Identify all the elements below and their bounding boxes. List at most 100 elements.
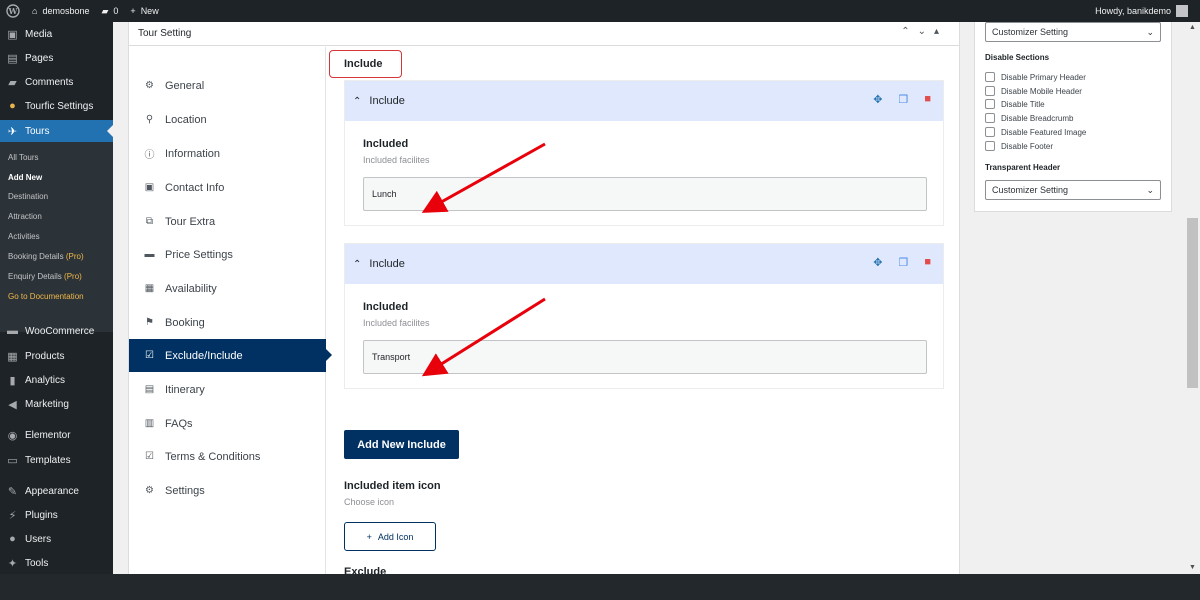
metabox-title: Tour Setting (138, 28, 192, 39)
checkbox-disable-featured-image[interactable]: Disable Featured Image (985, 126, 1086, 138)
wordpress-logo-icon[interactable]: W (0, 0, 26, 22)
exclude-section-heading: Exclude (344, 566, 387, 574)
comment-icon: ▰ (101, 5, 109, 16)
menu-item-appearance[interactable]: ✎ Appearance (0, 480, 113, 502)
checkbox-disable-breadcrumb[interactable]: Disable Breadcrumb (985, 112, 1073, 124)
menu-item-tools[interactable]: ✦ Tools (0, 552, 113, 574)
menu-item-templates[interactable]: ▭ Templates (0, 449, 113, 471)
tab-location[interactable]: ⚲ Location (129, 103, 326, 136)
scroll-up-icon[interactable]: ▲ (1189, 24, 1196, 31)
page-settings-panel: Customizer Setting ⌄ Disable Sections Dis… (974, 22, 1172, 212)
brush-icon: ✎ (7, 485, 18, 498)
included-item-icon-label: Included item icon (344, 480, 441, 492)
clipboard-icon: ▤ (144, 384, 155, 395)
submenu-activities[interactable]: Activities (8, 230, 40, 244)
media-icon: ▣ (7, 28, 18, 41)
plus-icon: + (366, 531, 372, 542)
tab-general[interactable]: ⚙ General (129, 69, 326, 102)
site-name-link[interactable]: ⌂ demosbone (26, 0, 95, 22)
elementor-icon: ◉ (7, 429, 18, 442)
tab-terms-conditions[interactable]: ☑ Terms & Conditions (129, 440, 326, 473)
my-account-link[interactable]: Howdy, banikdemo (1089, 0, 1194, 22)
money-icon: ▬ (144, 249, 155, 260)
menu-item-comments[interactable]: ▰ Comments (0, 71, 113, 93)
menu-item-media[interactable]: ▣ Media (0, 23, 113, 45)
analytics-icon: ▮ (9, 374, 16, 387)
submenu-attraction[interactable]: Attraction (8, 210, 42, 224)
tab-itinerary[interactable]: ▤ Itinerary (129, 373, 326, 406)
tab-information[interactable]: ⓘ Information (129, 137, 326, 170)
tours-submenu: All Tours Add New Destination Attraction… (0, 142, 113, 332)
menu-item-users[interactable]: ● Users (0, 528, 113, 550)
gear-icon: ⚙ (145, 80, 154, 91)
menu-item-pages[interactable]: ▤ Pages (0, 47, 113, 69)
woocommerce-icon: ▬ (7, 325, 18, 337)
submenu-enquiry-details[interactable]: Enquiry Details (Pro) (8, 270, 82, 284)
submenu-booking-details[interactable]: Booking Details (Pro) (8, 250, 84, 264)
submenu-documentation[interactable]: Go to Documentation (8, 290, 84, 304)
menu-item-elementor[interactable]: ◉ Elementor (0, 424, 113, 446)
new-content-link[interactable]: + New (124, 0, 164, 22)
megaphone-icon: ◀ (8, 398, 17, 411)
wrench-icon: ✦ (7, 557, 18, 570)
menu-item-tourfic-settings[interactable]: ● Tourfic Settings (0, 95, 113, 117)
svg-text:W: W (8, 6, 19, 16)
arrow-to-transport (421, 297, 546, 377)
tab-exclude-include[interactable]: ☑ Exclude/Include (129, 339, 332, 372)
add-new-include-button[interactable]: Add New Include (344, 430, 459, 459)
comment-icon: ▰ (8, 76, 17, 89)
plus-icon: + (130, 6, 136, 16)
check-square-icon: ☑ (145, 451, 154, 462)
tab-tour-extra[interactable]: ⧉ Tour Extra (129, 205, 326, 238)
submenu-destination[interactable]: Destination (8, 190, 48, 204)
transparent-header-title: Transparent Header (985, 163, 1061, 172)
menu-item-tours[interactable]: ✈ Tours (0, 120, 113, 142)
arrow-to-lunch (421, 142, 546, 213)
menu-item-plugins[interactable]: ⚡ Plugins (0, 504, 113, 526)
choose-icon-sublabel: Choose icon (344, 497, 395, 507)
faq-icon: ▥ (144, 418, 155, 429)
tab-booking[interactable]: ⚑ Booking (129, 306, 326, 339)
add-icon-button[interactable]: + Add Icon (344, 522, 436, 551)
extra-icon: ⧉ (145, 216, 154, 227)
tab-contact-info[interactable]: ▣ Contact Info (129, 171, 326, 204)
submenu-all-tours[interactable]: All Tours (8, 151, 39, 165)
tab-availability[interactable]: ▦ Availability (129, 272, 326, 305)
header-layout-select[interactable]: Customizer Setting ⌄ (985, 22, 1161, 42)
page-scrollbar[interactable]: ▲ ▼ (1186, 22, 1200, 574)
avatar (1176, 5, 1188, 17)
move-down-icon[interactable]: ⌄ (918, 26, 926, 37)
transparent-header-select[interactable]: Customizer Setting ⌄ (985, 180, 1161, 200)
folder-icon: ▭ (7, 454, 18, 467)
map-pin-icon: ⚲ (145, 114, 154, 125)
menu-item-woocommerce[interactable]: ▬ WooCommerce (0, 320, 113, 342)
tab-faqs[interactable]: ▥ FAQs (129, 407, 326, 440)
disable-sections-title: Disable Sections (985, 53, 1050, 62)
tab-settings[interactable]: ⚙ Settings (129, 474, 326, 507)
contact-card-icon: ▣ (144, 182, 155, 193)
collapse-icon[interactable]: ▴ (934, 26, 939, 37)
tours-icon: ✈ (7, 125, 18, 138)
settings-tabs: ⚙ General ⚲ Location ⓘ Information ▣ Contact… (129, 47, 332, 574)
scrollbar-thumb[interactable] (1187, 218, 1198, 388)
admin-bar: W ⌂ demosbone ▰ 0 + New Howdy, banikdemo (0, 0, 1200, 22)
plugin-icon: ⚡ (8, 509, 17, 522)
checkbox-disable-primary-header[interactable]: Disable Primary Header (985, 71, 1086, 83)
checkbox-icon: ☑ (145, 350, 154, 361)
chevron-down-icon: ⌄ (1146, 185, 1154, 195)
tab-price-settings[interactable]: ▬ Price Settings (129, 238, 326, 271)
checkbox-disable-title[interactable]: Disable Title (985, 98, 1045, 110)
comments-link[interactable]: ▰ 0 (95, 0, 124, 22)
user-icon: ● (9, 533, 16, 545)
move-up-icon[interactable]: ⌃ (901, 26, 909, 37)
menu-item-analytics[interactable]: ▮ Analytics (0, 369, 113, 391)
submenu-add-new[interactable]: Add New (8, 171, 42, 185)
chevron-down-icon: ⌄ (1146, 27, 1154, 37)
pages-icon: ▤ (7, 52, 18, 65)
scroll-down-icon[interactable]: ▼ (1189, 564, 1196, 571)
checkbox-disable-footer[interactable]: Disable Footer (985, 140, 1053, 152)
checkbox-disable-mobile-header[interactable]: Disable Mobile Header (985, 85, 1082, 97)
calendar-icon: ▦ (144, 283, 155, 294)
menu-item-products[interactable]: ▦ Products (0, 345, 113, 367)
menu-item-marketing[interactable]: ◀ Marketing (0, 393, 113, 415)
